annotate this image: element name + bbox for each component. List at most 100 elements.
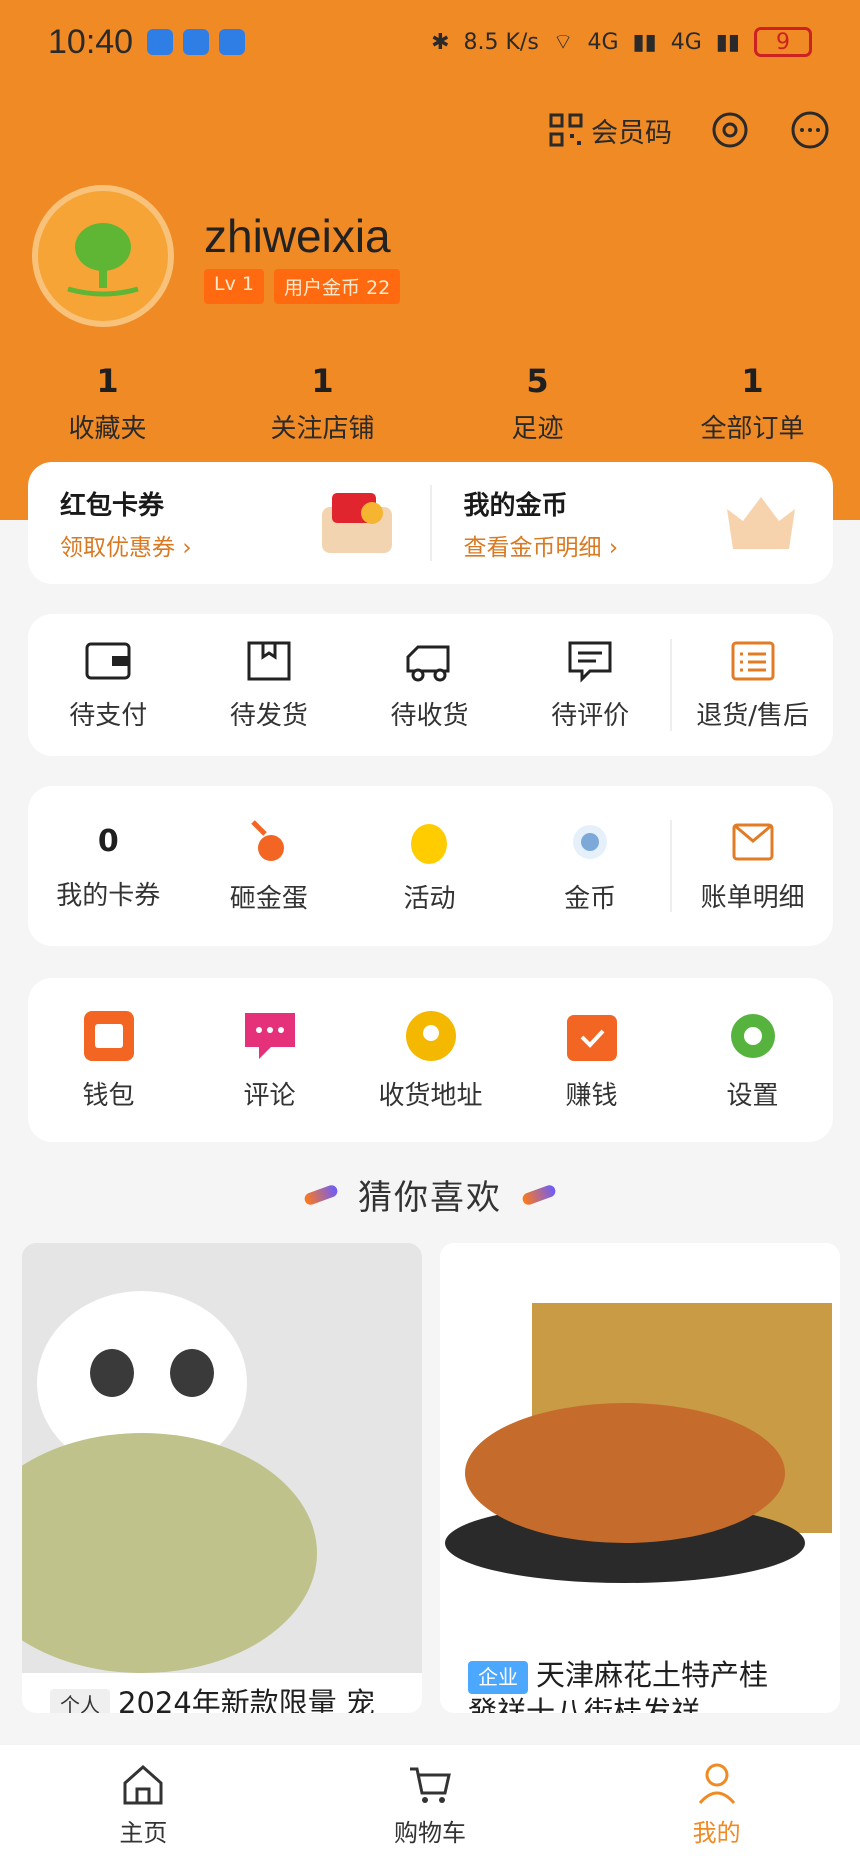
activities[interactable]: 活动 xyxy=(349,818,510,915)
tool-settings[interactable]: 设置 xyxy=(672,1009,833,1112)
asset-label: 活动 xyxy=(403,883,456,914)
gold-coins[interactable]: 金币 xyxy=(510,818,671,915)
shopping-cart-icon xyxy=(410,1767,451,1803)
member-code-label: 会员码 xyxy=(591,117,672,149)
wifi-icon: ⌔ xyxy=(552,30,574,55)
signal-1: 4G xyxy=(587,29,619,55)
product-card-pet-clothes[interactable]: 个人 2024年新款限量 宠 xyxy=(22,1243,422,1713)
signal-2: 4G xyxy=(670,29,702,55)
nav-me[interactable]: 我的 xyxy=(573,1745,860,1863)
gold-title: 我的金币 xyxy=(463,490,568,521)
header-actions: 会员码 xyxy=(549,108,832,152)
flame-icon xyxy=(411,823,448,864)
product-title-text: 2024年新款限量 宠 xyxy=(118,1686,376,1713)
nav-cart[interactable]: 购物车 xyxy=(287,1745,574,1863)
crown-icon xyxy=(727,497,795,549)
wallet-icon xyxy=(85,642,131,679)
battery-indicator: 9 xyxy=(754,27,812,57)
assets-card: 0 我的卡券 砸金蛋 活动 金币 账单明细 xyxy=(28,786,833,946)
tool-label: 赚钱 xyxy=(565,1080,618,1111)
stat-followed-shops[interactable]: 1 关注店铺 xyxy=(215,362,430,445)
smash-golden-egg[interactable]: 砸金蛋 xyxy=(189,818,350,915)
tools-card: 钱包 评论 收货地址 赚钱 设置 xyxy=(28,978,833,1142)
stat-all-orders[interactable]: 1 全部订单 xyxy=(645,362,860,445)
stat-number: 5 xyxy=(526,362,549,400)
product-image-cat xyxy=(22,1243,422,1673)
coupons-subtitle: 领取优惠券 xyxy=(60,534,175,561)
order-pending-payment[interactable]: 待支付 xyxy=(28,639,189,732)
avatar[interactable] xyxy=(32,185,174,327)
chevron-right-icon: › xyxy=(608,534,619,561)
tool-label: 设置 xyxy=(726,1080,779,1111)
hammer-egg-icon xyxy=(251,819,284,861)
tool-comments[interactable]: 评论 xyxy=(189,1009,350,1112)
product-title-line-2: 發祥十八街桂发祥 xyxy=(468,1694,701,1714)
tool-label: 钱包 xyxy=(82,1080,135,1111)
nav-label: 购物车 xyxy=(394,1818,466,1847)
shopping-app-icon xyxy=(183,29,210,55)
review-icon xyxy=(568,641,612,683)
coupons-title: 红包卡券 xyxy=(60,490,165,521)
asset-label: 我的卡券 xyxy=(56,880,161,911)
badge-star-icon xyxy=(573,824,608,859)
network-speed: 8.5 K/s xyxy=(463,29,539,55)
product-image-mahua xyxy=(440,1243,840,1673)
nav-home[interactable]: 主页 xyxy=(0,1745,287,1863)
asset-label: 金币 xyxy=(564,883,617,914)
stat-favorites[interactable]: 1 收藏夹 xyxy=(0,362,215,445)
tool-label: 收货地址 xyxy=(378,1080,483,1111)
gold-promo[interactable]: 我的金币 查看金币明细 › xyxy=(432,485,834,562)
asset-label: 账单明细 xyxy=(700,882,805,913)
order-label: 退货/售后 xyxy=(696,700,810,731)
stat-number: 1 xyxy=(311,362,334,400)
status-app-icons xyxy=(147,29,246,55)
stat-number: 1 xyxy=(96,362,119,400)
profile-section: zhiweixia Lv 1 用户金币 22 xyxy=(32,185,401,327)
order-returns[interactable]: 退货/售后 xyxy=(672,639,833,732)
order-pending-review[interactable]: 待评价 xyxy=(510,639,671,732)
order-pending-shipment[interactable]: 待发货 xyxy=(189,639,350,732)
asset-label: 砸金蛋 xyxy=(229,883,308,914)
status-bar: 10:40 ✱ 8.5 K/s ⌔ 4G ▮▮ 4G ▮▮ 9 xyxy=(0,0,860,84)
stat-number: 1 xyxy=(741,362,764,400)
order-label: 待收货 xyxy=(390,700,469,731)
nav-label: 我的 xyxy=(692,1818,741,1847)
gold-link: 查看金币明细 › xyxy=(464,528,619,562)
red-envelope-icon xyxy=(321,493,392,553)
message-app-icon xyxy=(147,29,174,55)
order-pending-receipt[interactable]: 待收货 xyxy=(349,639,510,732)
list-icon xyxy=(731,641,775,680)
delivery-truck-icon xyxy=(406,645,450,681)
status-time: 10:40 xyxy=(48,22,134,61)
status-indicators: ✱ 8.5 K/s ⌔ 4G ▮▮ 4G ▮▮ 9 xyxy=(431,27,812,57)
seller-type-tag: 个人 xyxy=(50,1688,110,1713)
gear-icon[interactable] xyxy=(708,108,752,152)
level-badge: Lv 1 xyxy=(204,268,264,304)
order-label: 待发货 xyxy=(229,700,308,731)
alipay-app-icon xyxy=(219,29,246,55)
order-label: 待支付 xyxy=(69,700,148,731)
tree-logo-icon xyxy=(67,223,139,297)
user-icon xyxy=(698,1763,735,1804)
seller-type-tag: 企业 xyxy=(468,1660,528,1694)
my-coupons[interactable]: 0 我的卡券 xyxy=(28,821,189,912)
member-code-button[interactable]: 会员码 xyxy=(549,111,672,150)
profile-stats: 1 收藏夹 1 关注店铺 5 足迹 1 全部订单 xyxy=(0,362,860,445)
signal-bars-icon: ▮▮ xyxy=(715,29,740,55)
tool-shipping-address[interactable]: 收货地址 xyxy=(350,1009,511,1112)
location-pin-icon xyxy=(405,1010,456,1061)
tool-earn-money[interactable]: 赚钱 xyxy=(511,1009,672,1112)
recommendations-heading: 猜你喜欢 xyxy=(0,1170,860,1219)
stat-footprints[interactable]: 5 足迹 xyxy=(430,362,645,445)
bill-details[interactable]: 账单明细 xyxy=(672,819,833,914)
chat-bubble-icon[interactable] xyxy=(788,108,832,152)
bluetooth-icon: ✱ xyxy=(431,29,450,55)
tool-wallet[interactable]: 钱包 xyxy=(28,1009,189,1112)
product-title: 企业 天津麻花土特产桂 發祥十八街桂发祥 xyxy=(468,1657,768,1713)
home-icon xyxy=(123,1764,163,1804)
product-card-mahua[interactable]: 企业 天津麻花土特产桂 發祥十八街桂发祥 xyxy=(440,1243,840,1713)
coupons-promo[interactable]: 红包卡券 领取优惠券 › xyxy=(28,485,430,562)
coin-balance-badge: 用户金币 22 xyxy=(273,268,401,304)
stat-label: 关注店铺 xyxy=(270,414,375,444)
order-label: 待评价 xyxy=(551,700,630,731)
